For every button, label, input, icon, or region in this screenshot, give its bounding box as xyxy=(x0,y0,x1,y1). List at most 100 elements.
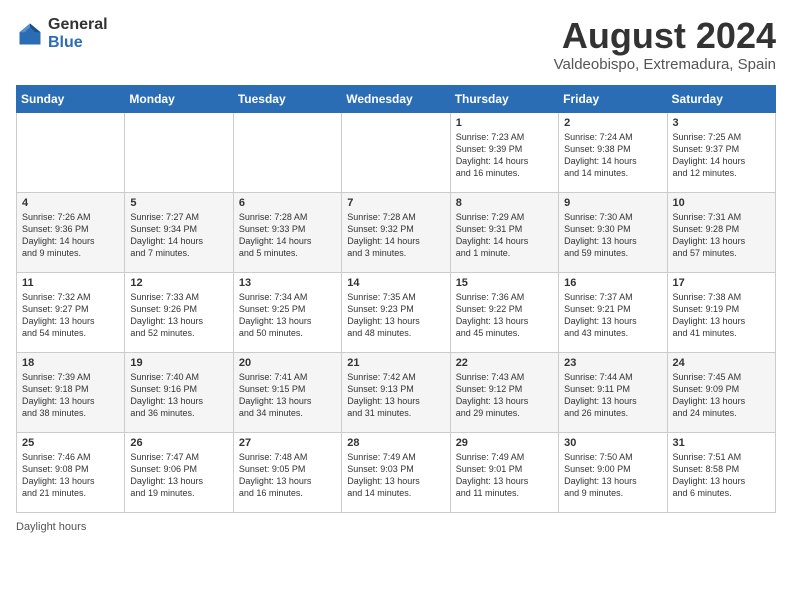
day-info: Sunrise: 7:38 AM Sunset: 9:19 PM Dayligh… xyxy=(673,291,770,340)
day-number: 19 xyxy=(130,357,227,369)
day-info: Sunrise: 7:48 AM Sunset: 9:05 PM Dayligh… xyxy=(239,451,336,500)
calendar-table: SundayMondayTuesdayWednesdayThursdayFrid… xyxy=(16,85,776,513)
calendar-day-header: Monday xyxy=(125,85,233,112)
calendar-day-cell: 30 Sunrise: 7:50 AM Sunset: 9:00 PM Dayli… xyxy=(559,432,667,512)
calendar-day-cell: 12Sunrise: 7:33 AM Sunset: 9:26 PM Dayli… xyxy=(125,272,233,352)
calendar-week-row: 25 Sunrise: 7:46 AM Sunset: 9:08 PM Dayli… xyxy=(17,432,776,512)
logo-text: General Blue xyxy=(48,16,108,51)
calendar-day-header: Sunday xyxy=(17,85,125,112)
calendar-day-header: Thursday xyxy=(450,85,558,112)
calendar-week-row: 4Sunrise: 7:26 AM Sunset: 9:36 PM Daylig… xyxy=(17,192,776,272)
calendar-day-header: Wednesday xyxy=(342,85,450,112)
calendar-day-cell: 3 Sunrise: 7:25 AM Sunset: 9:37 PM Daylig… xyxy=(667,112,775,192)
day-info: Sunrise: 7:46 AM Sunset: 9:08 PM Dayligh… xyxy=(22,451,119,500)
day-info: Sunrise: 7:28 AM Sunset: 9:32 PM Dayligh… xyxy=(347,211,444,260)
calendar-day-cell: 17Sunrise: 7:38 AM Sunset: 9:19 PM Dayli… xyxy=(667,272,775,352)
calendar-day-cell: 6Sunrise: 7:28 AM Sunset: 9:33 PM Daylig… xyxy=(233,192,341,272)
day-number: 5 xyxy=(130,197,227,209)
page-header: General Blue August 2024 Valdeobispo, Ex… xyxy=(16,16,776,73)
month-year-title: August 2024 xyxy=(554,16,776,56)
day-number: 6 xyxy=(239,197,336,209)
calendar-day-cell: 31Sunrise: 7:51 AM Sunset: 8:58 PM Dayli… xyxy=(667,432,775,512)
day-info: Sunrise: 7:43 AM Sunset: 9:12 PM Dayligh… xyxy=(456,371,553,420)
day-info: Sunrise: 7:50 AM Sunset: 9:00 PM Dayligh… xyxy=(564,451,661,500)
day-number: 15 xyxy=(456,277,553,289)
calendar-week-row: 18Sunrise: 7:39 AM Sunset: 9:18 PM Dayli… xyxy=(17,352,776,432)
calendar-day-cell: 14Sunrise: 7:35 AM Sunset: 9:23 PM Dayli… xyxy=(342,272,450,352)
calendar-day-cell: 7Sunrise: 7:28 AM Sunset: 9:32 PM Daylig… xyxy=(342,192,450,272)
calendar-day-cell: 20 Sunrise: 7:41 AM Sunset: 9:15 PM Dayli… xyxy=(233,352,341,432)
day-number: 11 xyxy=(22,277,119,289)
logo-general-text: General xyxy=(48,16,108,34)
day-number: 20 xyxy=(239,357,336,369)
calendar-day-cell: 26 Sunrise: 7:47 AM Sunset: 9:06 PM Dayli… xyxy=(125,432,233,512)
location-subtitle: Valdeobispo, Extremadura, Spain xyxy=(554,56,776,73)
day-number: 2 xyxy=(564,117,661,129)
calendar-day-cell: 29 Sunrise: 7:49 AM Sunset: 9:01 PM Dayli… xyxy=(450,432,558,512)
calendar-day-cell: 19 Sunrise: 7:40 AM Sunset: 9:16 PM Dayli… xyxy=(125,352,233,432)
daylight-label: Daylight hours xyxy=(16,521,86,533)
day-number: 3 xyxy=(673,117,770,129)
calendar-week-row: 1 Sunrise: 7:23 AM Sunset: 9:39 PM Daylig… xyxy=(17,112,776,192)
day-info: Sunrise: 7:45 AM Sunset: 9:09 PM Dayligh… xyxy=(673,371,770,420)
logo-icon xyxy=(16,20,44,48)
title-block: August 2024 Valdeobispo, Extremadura, Sp… xyxy=(554,16,776,73)
calendar-day-header: Tuesday xyxy=(233,85,341,112)
calendar-day-cell: 1 Sunrise: 7:23 AM Sunset: 9:39 PM Daylig… xyxy=(450,112,558,192)
calendar-day-cell xyxy=(233,112,341,192)
day-number: 14 xyxy=(347,277,444,289)
day-info: Sunrise: 7:27 AM Sunset: 9:34 PM Dayligh… xyxy=(130,211,227,260)
day-number: 18 xyxy=(22,357,119,369)
day-number: 31 xyxy=(673,437,770,449)
day-info: Sunrise: 7:34 AM Sunset: 9:25 PM Dayligh… xyxy=(239,291,336,340)
day-number: 27 xyxy=(239,437,336,449)
day-info: Sunrise: 7:44 AM Sunset: 9:11 PM Dayligh… xyxy=(564,371,661,420)
calendar-day-cell xyxy=(125,112,233,192)
calendar-day-cell: 21Sunrise: 7:42 AM Sunset: 9:13 PM Dayli… xyxy=(342,352,450,432)
calendar-day-cell: 18Sunrise: 7:39 AM Sunset: 9:18 PM Dayli… xyxy=(17,352,125,432)
day-number: 8 xyxy=(456,197,553,209)
calendar-day-cell: 11Sunrise: 7:32 AM Sunset: 9:27 PM Dayli… xyxy=(17,272,125,352)
calendar-day-cell: 22 Sunrise: 7:43 AM Sunset: 9:12 PM Dayli… xyxy=(450,352,558,432)
day-info: Sunrise: 7:40 AM Sunset: 9:16 PM Dayligh… xyxy=(130,371,227,420)
calendar-day-header: Saturday xyxy=(667,85,775,112)
calendar-day-cell: 8 Sunrise: 7:29 AM Sunset: 9:31 PM Daylig… xyxy=(450,192,558,272)
calendar-day-cell xyxy=(17,112,125,192)
calendar-day-cell: 23Sunrise: 7:44 AM Sunset: 9:11 PM Dayli… xyxy=(559,352,667,432)
day-info: Sunrise: 7:25 AM Sunset: 9:37 PM Dayligh… xyxy=(673,131,770,180)
day-number: 25 xyxy=(22,437,119,449)
calendar-day-cell: 24 Sunrise: 7:45 AM Sunset: 9:09 PM Dayli… xyxy=(667,352,775,432)
day-info: Sunrise: 7:49 AM Sunset: 9:03 PM Dayligh… xyxy=(347,451,444,500)
day-info: Sunrise: 7:29 AM Sunset: 9:31 PM Dayligh… xyxy=(456,211,553,260)
day-number: 16 xyxy=(564,277,661,289)
day-number: 9 xyxy=(564,197,661,209)
calendar-footer: Daylight hours xyxy=(16,521,776,533)
day-number: 30 xyxy=(564,437,661,449)
logo: General Blue xyxy=(16,16,108,51)
day-info: Sunrise: 7:30 AM Sunset: 9:30 PM Dayligh… xyxy=(564,211,661,260)
day-info: Sunrise: 7:36 AM Sunset: 9:22 PM Dayligh… xyxy=(456,291,553,340)
day-info: Sunrise: 7:41 AM Sunset: 9:15 PM Dayligh… xyxy=(239,371,336,420)
day-info: Sunrise: 7:26 AM Sunset: 9:36 PM Dayligh… xyxy=(22,211,119,260)
day-info: Sunrise: 7:23 AM Sunset: 9:39 PM Dayligh… xyxy=(456,131,553,180)
day-info: Sunrise: 7:49 AM Sunset: 9:01 PM Dayligh… xyxy=(456,451,553,500)
calendar-day-cell: 16 Sunrise: 7:37 AM Sunset: 9:21 PM Dayli… xyxy=(559,272,667,352)
day-number: 12 xyxy=(130,277,227,289)
day-info: Sunrise: 7:37 AM Sunset: 9:21 PM Dayligh… xyxy=(564,291,661,340)
calendar-day-cell: 28Sunrise: 7:49 AM Sunset: 9:03 PM Dayli… xyxy=(342,432,450,512)
day-info: Sunrise: 7:47 AM Sunset: 9:06 PM Dayligh… xyxy=(130,451,227,500)
day-number: 21 xyxy=(347,357,444,369)
day-number: 26 xyxy=(130,437,227,449)
calendar-day-cell: 25 Sunrise: 7:46 AM Sunset: 9:08 PM Dayli… xyxy=(17,432,125,512)
day-info: Sunrise: 7:31 AM Sunset: 9:28 PM Dayligh… xyxy=(673,211,770,260)
day-number: 1 xyxy=(456,117,553,129)
calendar-day-cell: 27 Sunrise: 7:48 AM Sunset: 9:05 PM Dayli… xyxy=(233,432,341,512)
day-number: 24 xyxy=(673,357,770,369)
calendar-day-cell xyxy=(342,112,450,192)
calendar-day-cell: 4Sunrise: 7:26 AM Sunset: 9:36 PM Daylig… xyxy=(17,192,125,272)
day-number: 22 xyxy=(456,357,553,369)
day-number: 29 xyxy=(456,437,553,449)
calendar-day-header: Friday xyxy=(559,85,667,112)
calendar-header-row: SundayMondayTuesdayWednesdayThursdayFrid… xyxy=(17,85,776,112)
logo-blue-text: Blue xyxy=(48,34,108,52)
